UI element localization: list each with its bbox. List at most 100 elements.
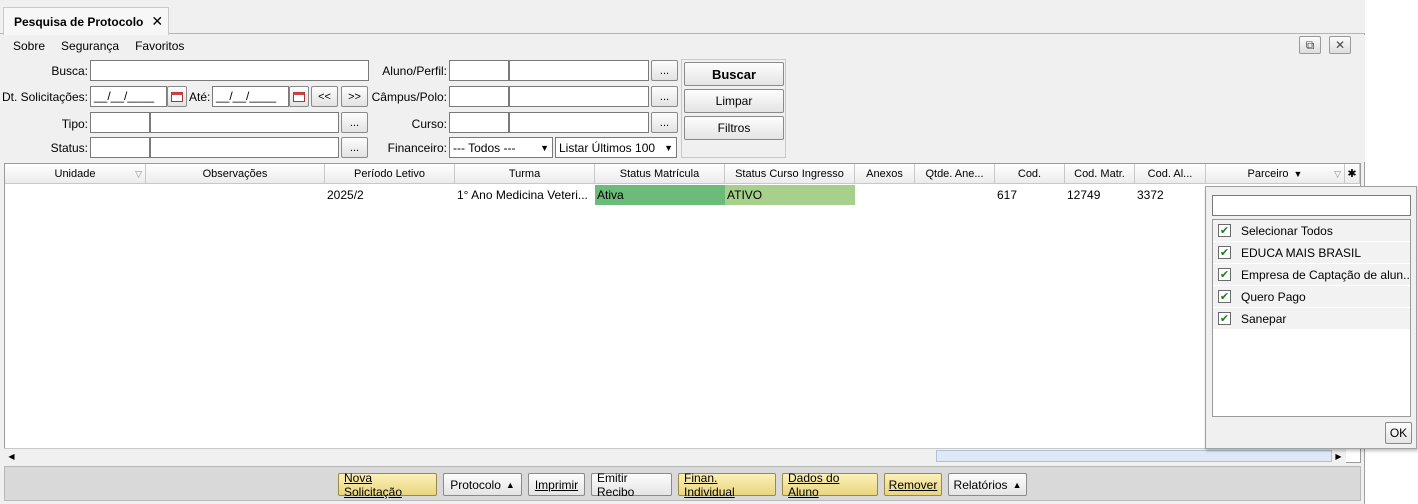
dt-from-input[interactable]: __/__/____ <box>90 86 167 107</box>
tab-title: Pesquisa de Protocolo <box>14 14 144 29</box>
option-label: Quero Pago <box>1241 289 1306 304</box>
cell-observacoes[interactable] <box>146 185 325 205</box>
filter-option-empresa-captacao[interactable]: ✔ Empresa de Captação de alun... <box>1213 264 1410 286</box>
tipo-desc-input[interactable] <box>150 112 339 133</box>
horizontal-scrollbar[interactable]: ◀ ▶ <box>4 448 1346 463</box>
tab-strip: Pesquisa de Protocolo ✕ <box>0 0 1365 35</box>
cell-turma[interactable]: 1° Ano Medicina Veteri... <box>455 185 595 205</box>
parceiro-filter-ok-button[interactable]: OK <box>1385 422 1412 444</box>
checkbox-checked-icon[interactable]: ✔ <box>1218 312 1231 325</box>
protocolo-button[interactable]: Protocolo ▲ <box>443 473 522 496</box>
cell-cod-al[interactable]: 3372 <box>1135 185 1206 205</box>
busca-input[interactable] <box>90 60 369 81</box>
financeiro-select[interactable]: --- Todos --- ▼ <box>449 137 553 158</box>
curso-lookup-button[interactable]: ... <box>651 112 678 133</box>
col-header-status-matricula[interactable]: Status Matrícula <box>595 164 725 184</box>
cell-cod-matr[interactable]: 12749 <box>1065 185 1135 205</box>
tab-pesquisa-protocolo[interactable]: Pesquisa de Protocolo ✕ <box>3 7 169 35</box>
filter-funnel-icon[interactable]: ▽ <box>135 169 142 180</box>
buscar-button[interactable]: Buscar <box>684 62 784 86</box>
tab-close-icon[interactable]: ✕ <box>151 13 163 30</box>
filter-funnel-icon[interactable]: ▽ <box>1334 169 1341 180</box>
col-header-unidade[interactable]: Unidade ▽ <box>5 164 146 184</box>
calendar-to-icon[interactable] <box>289 86 309 107</box>
cell-periodo[interactable]: 2025/2 <box>325 185 455 205</box>
close-window-icon[interactable]: ✕ <box>1329 36 1351 54</box>
date-next-button[interactable]: >> <box>341 86 368 107</box>
calendar-from-icon[interactable] <box>167 86 187 107</box>
aluno-desc-input[interactable] <box>509 60 649 81</box>
filter-option-selecionar-todos[interactable]: ✔ Selecionar Todos <box>1213 220 1410 242</box>
button-label: Protocolo <box>450 477 501 492</box>
imprimir-button[interactable]: Imprimir <box>528 473 585 496</box>
campus-lookup-button[interactable]: ... <box>651 86 678 107</box>
chevron-down-icon: ▼ <box>664 142 673 153</box>
col-header-anexos[interactable]: Anexos <box>855 164 915 184</box>
cell-qtde[interactable] <box>915 185 995 205</box>
checkbox-checked-icon[interactable]: ✔ <box>1218 268 1231 281</box>
cell-cod[interactable]: 617 <box>995 185 1065 205</box>
campus-code-input[interactable] <box>449 86 509 107</box>
dt-to-input[interactable]: __/__/____ <box>212 86 289 107</box>
cell-unidade[interactable] <box>5 185 146 205</box>
chevron-up-icon: ▲ <box>505 479 515 490</box>
cell-anexos[interactable] <box>855 185 915 205</box>
status-desc-input[interactable] <box>150 137 339 158</box>
scroll-left-icon[interactable]: ◀ <box>5 450 18 462</box>
chevron-down-icon: ▼ <box>540 142 549 153</box>
curso-code-input[interactable] <box>449 112 509 133</box>
col-header-observacoes[interactable]: Observações <box>146 164 325 184</box>
button-label: Imprimir <box>534 477 579 492</box>
curso-label: Curso: <box>411 117 447 131</box>
aluno-lookup-button[interactable]: ... <box>651 60 678 81</box>
col-header-parceiro[interactable]: Parceiro ▼ ▽ <box>1206 164 1345 184</box>
col-header-turma[interactable]: Turma <box>455 164 595 184</box>
tipo-code-input[interactable] <box>90 112 150 133</box>
option-label: Sanepar <box>1241 311 1287 326</box>
col-header-qtde[interactable]: Qtde. Ane... <box>915 164 995 184</box>
popout-icon[interactable]: ⧉ <box>1299 36 1321 54</box>
checkbox-checked-icon[interactable]: ✔ <box>1218 224 1231 237</box>
finan-individual-button[interactable]: Finan. Individual <box>678 471 776 499</box>
col-header-periodo[interactable]: Período Letivo <box>325 164 455 184</box>
parceiro-filter-search-input[interactable] <box>1212 195 1411 216</box>
col-header-cod[interactable]: Cod. <box>995 164 1065 184</box>
checkbox-checked-icon[interactable]: ✔ <box>1218 290 1231 303</box>
menu-sobre[interactable]: Sobre <box>0 39 53 53</box>
scroll-right-icon[interactable]: ▶ <box>1332 450 1345 462</box>
status-code-input[interactable] <box>90 137 150 158</box>
listar-select[interactable]: Listar Últimos 100 ▼ <box>555 137 677 158</box>
dados-do-aluno-button[interactable]: Dados do Aluno <box>782 470 878 499</box>
filter-option-quero-pago[interactable]: ✔ Quero Pago <box>1213 286 1410 308</box>
remover-button[interactable]: Remover <box>884 473 942 496</box>
col-header-status-curso[interactable]: Status Curso Ingresso <box>725 164 855 184</box>
menu-favoritos[interactable]: Favoritos <box>127 39 192 53</box>
date-prev-button[interactable]: << <box>311 86 338 107</box>
scroll-thumb[interactable] <box>936 450 1332 462</box>
status-lookup-button[interactable]: ... <box>341 137 368 158</box>
checkbox-checked-icon[interactable]: ✔ <box>1218 246 1231 259</box>
filter-option-educa-mais-brasil[interactable]: ✔ EDUCA MAIS BRASIL <box>1213 242 1410 264</box>
col-header-cod-matr[interactable]: Cod. Matr. <box>1065 164 1135 184</box>
button-label: Dados do Aluno <box>788 470 840 499</box>
menu-seguranca[interactable]: Segurança <box>53 39 127 53</box>
cell-status-curso[interactable]: ATIVO <box>725 185 855 205</box>
cell-status-matricula[interactable]: Ativa <box>595 185 725 205</box>
campus-desc-input[interactable] <box>509 86 649 107</box>
aluno-code-input[interactable] <box>449 60 509 81</box>
nova-solicitacao-button[interactable]: Nova Solicitação <box>338 471 437 499</box>
emitir-recibo-button[interactable]: Emitir Recibo <box>591 471 672 499</box>
campus-polo-label: Câmpus/Polo: <box>371 90 447 104</box>
filtros-button[interactable]: Filtros <box>684 116 784 140</box>
tipo-lookup-button[interactable]: ... <box>341 112 368 133</box>
limpar-button[interactable]: Limpar <box>684 89 784 113</box>
filter-option-sanepar[interactable]: ✔ Sanepar <box>1213 308 1410 330</box>
financeiro-label: Financeiro: <box>387 141 447 155</box>
option-label: Selecionar Todos <box>1241 223 1333 238</box>
grid-settings-icon[interactable]: ✱ <box>1345 164 1360 184</box>
option-label: Empresa de Captação de alun... <box>1241 267 1410 282</box>
col-header-cod-al[interactable]: Cod. Al... <box>1135 164 1206 184</box>
curso-desc-input[interactable] <box>509 112 649 133</box>
parceiro-filter-list: ✔ Selecionar Todos ✔ EDUCA MAIS BRASIL ✔… <box>1212 219 1411 417</box>
relatorios-button[interactable]: Relatórios ▲ <box>948 473 1027 496</box>
